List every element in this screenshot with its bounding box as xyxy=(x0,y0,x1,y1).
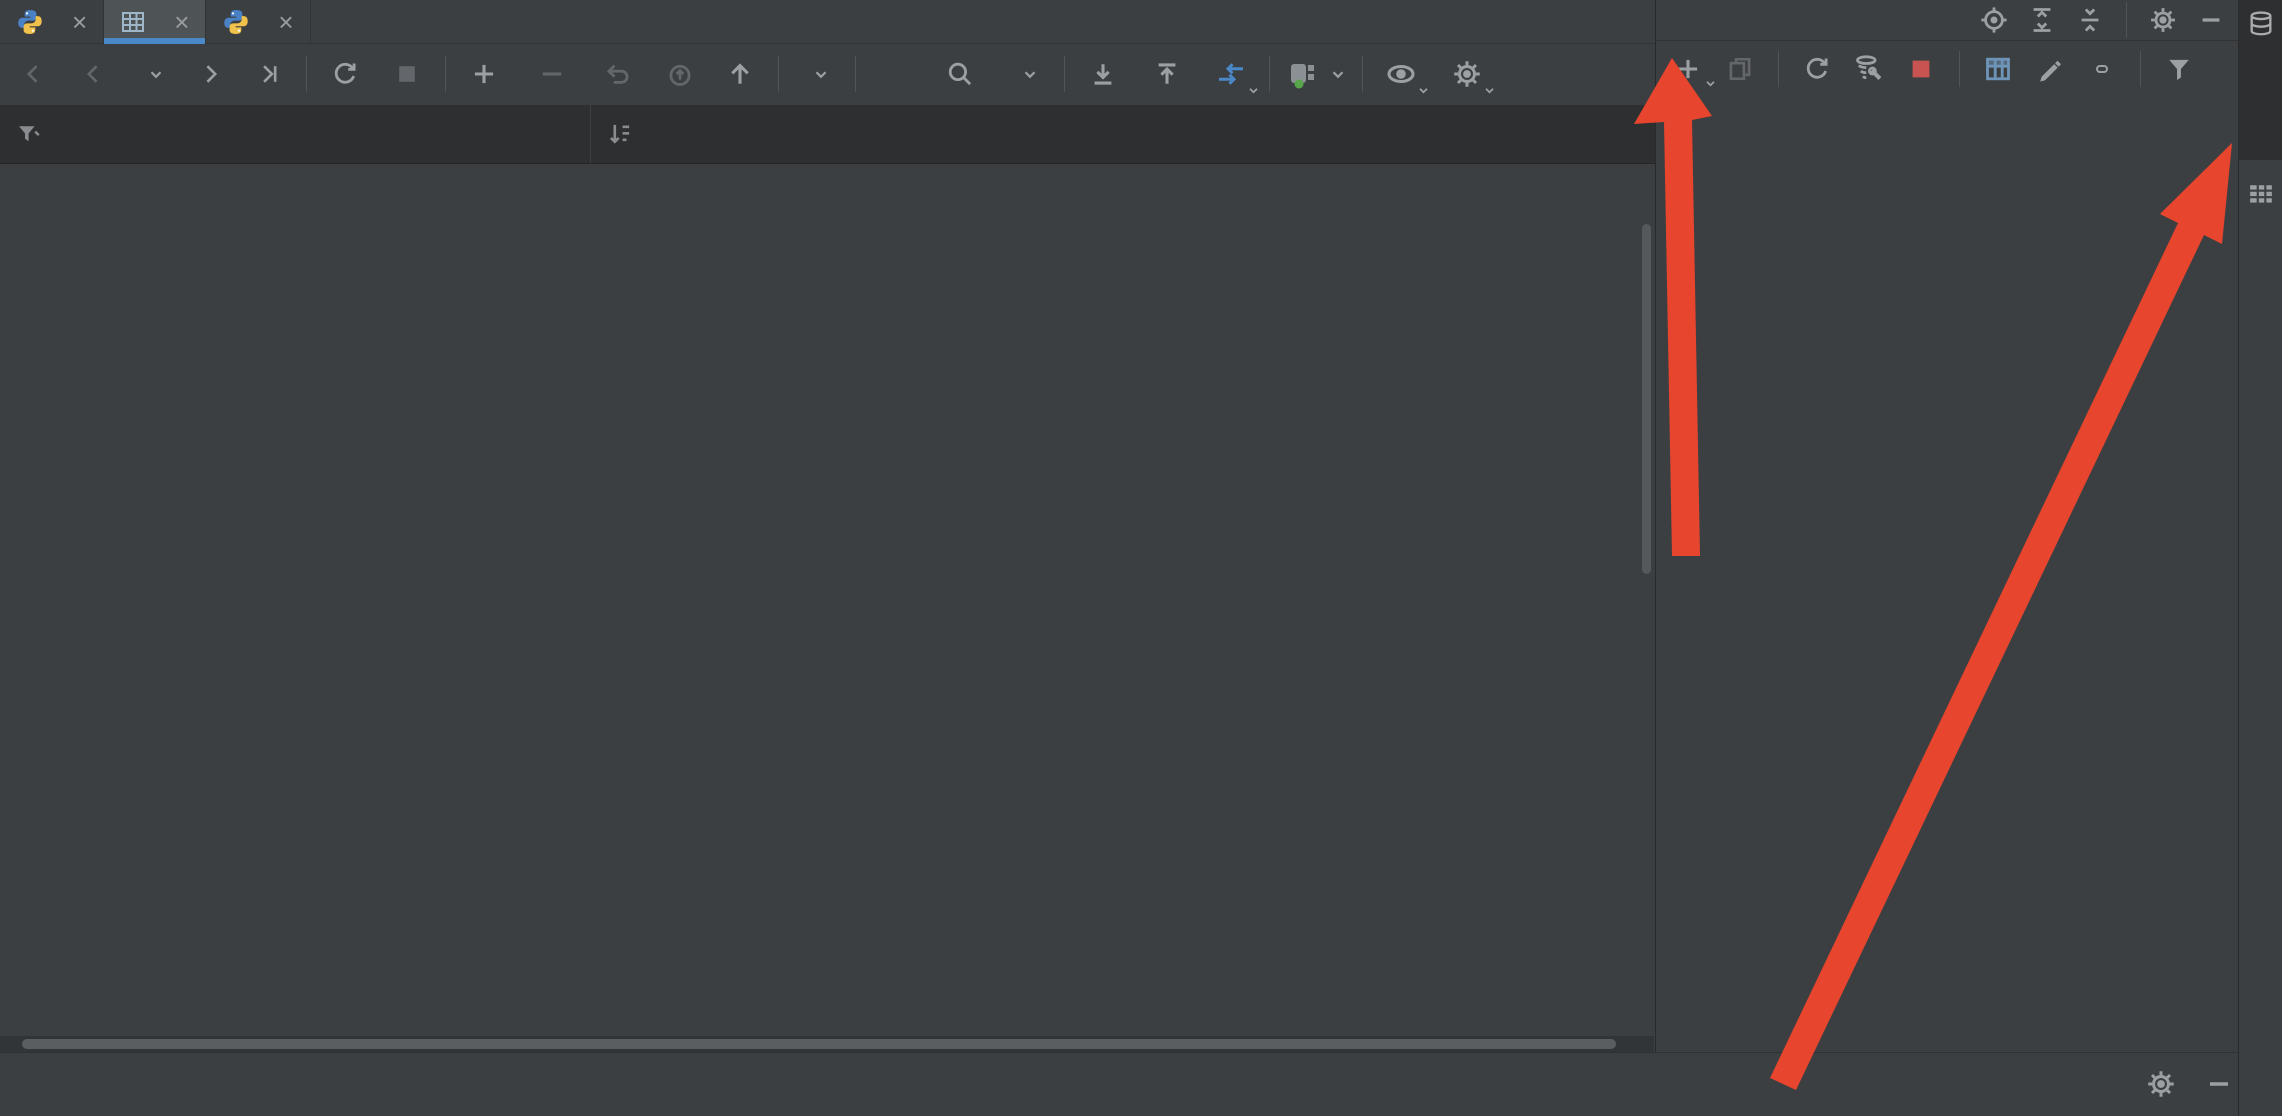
collapse-all-icon[interactable] xyxy=(2076,6,2104,34)
chevron-down-icon xyxy=(814,70,828,79)
table-file-icon xyxy=(120,9,146,35)
horizontal-scrollbar-thumb[interactable] xyxy=(22,1039,1616,1049)
toolbar-separator xyxy=(445,56,446,92)
import-data-icon[interactable] xyxy=(1141,50,1193,98)
header-separator xyxy=(2126,2,2127,38)
sort-order-icon xyxy=(607,121,633,147)
bottom-bar xyxy=(0,1052,2238,1116)
toolbar-separator xyxy=(306,56,307,92)
database-tool-window xyxy=(1655,0,2239,1116)
tab-main-py[interactable]: × xyxy=(0,0,104,43)
hide-panel-icon[interactable] xyxy=(2197,6,2225,34)
add-datasource-button[interactable] xyxy=(1662,45,1714,93)
undo-icon[interactable] xyxy=(592,50,644,98)
toolbar-separator xyxy=(2140,51,2141,87)
toolbar-separator xyxy=(855,56,856,92)
settings-gear-icon[interactable] xyxy=(1441,50,1493,98)
revert-icon[interactable] xyxy=(654,50,706,98)
toolbar-separator xyxy=(1959,51,1960,87)
hide-icon[interactable] xyxy=(2204,1069,2234,1099)
sync-refresh-icon[interactable] xyxy=(1791,45,1843,93)
editor-area: × × × xyxy=(0,0,1655,1116)
chevron-down-icon xyxy=(1418,87,1429,94)
panel-settings-gear-icon[interactable] xyxy=(2149,6,2177,34)
transaction-mode-dropdown[interactable] xyxy=(791,50,843,98)
export-data-icon[interactable] xyxy=(1077,50,1129,98)
close-icon[interactable]: × xyxy=(174,9,189,35)
page-size-dropdown[interactable] xyxy=(126,50,178,98)
table-with-status-icon xyxy=(1287,59,1317,89)
stop-query-button[interactable] xyxy=(381,50,433,98)
editor-tab-bar: × × × xyxy=(0,0,1655,44)
locate-object-icon[interactable] xyxy=(1980,6,2008,34)
ddl-button[interactable] xyxy=(868,50,920,98)
toolbar-separator xyxy=(1362,56,1363,92)
python-file-icon xyxy=(16,8,44,36)
toolbar-separator xyxy=(1778,51,1779,87)
table-selector-dropdown[interactable] xyxy=(1282,50,1350,98)
stripe-tab-sciview[interactable] xyxy=(2239,172,2282,340)
horizontal-scrollbar-track[interactable] xyxy=(0,1036,1654,1052)
jump-to-console-button[interactable] xyxy=(2076,45,2128,93)
add-row-button[interactable] xyxy=(458,50,510,98)
vertical-scrollbar-thumb[interactable] xyxy=(1642,224,1651,574)
chevron-down-icon xyxy=(1248,87,1259,94)
toolbar-separator xyxy=(1269,56,1270,92)
duplicate-icon[interactable] xyxy=(1714,45,1766,93)
chevron-down-icon xyxy=(149,70,163,79)
datasource-properties-icon[interactable] xyxy=(1843,45,1895,93)
next-page-button[interactable] xyxy=(184,50,236,98)
database-stack-icon xyxy=(2247,10,2275,38)
last-page-button[interactable] xyxy=(242,50,294,98)
compare-data-icon[interactable] xyxy=(1205,50,1257,98)
close-icon[interactable]: × xyxy=(72,9,87,35)
chevron-down-icon xyxy=(1484,87,1495,94)
tab-test-py[interactable]: × xyxy=(206,0,310,43)
where-filter-field[interactable] xyxy=(0,105,590,163)
data-editor-toolbar xyxy=(0,43,1663,105)
first-page-button[interactable] xyxy=(8,50,60,98)
export-format-dropdown[interactable] xyxy=(1000,50,1052,98)
view-options-eye-icon[interactable] xyxy=(1375,50,1427,98)
toolbar-separator xyxy=(778,56,779,92)
sciview-grid-icon xyxy=(2248,182,2274,208)
database-panel-header xyxy=(1656,0,2239,41)
edit-pencil-icon[interactable] xyxy=(2024,45,2076,93)
submit-button[interactable] xyxy=(714,50,766,98)
toolbar-separator xyxy=(1064,56,1065,92)
database-panel-toolbar xyxy=(1656,41,2239,97)
stop-red-icon[interactable] xyxy=(1895,45,1947,93)
reload-data-button[interactable] xyxy=(319,50,371,98)
stripe-tab-database[interactable] xyxy=(2239,0,2282,160)
filter-funnel-icon xyxy=(16,122,40,146)
right-tool-window-stripe xyxy=(2238,0,2282,1116)
python-file-icon xyxy=(222,8,250,36)
chevron-down-icon xyxy=(1023,70,1037,79)
search-icon[interactable] xyxy=(934,50,986,98)
data-editor-settings-gear-icon[interactable] xyxy=(2146,1069,2176,1099)
filter-funnel-icon[interactable] xyxy=(2153,45,2205,93)
view-data-icon[interactable] xyxy=(1972,45,2024,93)
chevron-down-icon xyxy=(1331,70,1345,79)
delete-row-button[interactable] xyxy=(526,50,578,98)
expand-all-icon[interactable] xyxy=(2028,6,2056,34)
filter-sort-bar xyxy=(0,105,1655,164)
previous-page-button[interactable] xyxy=(68,50,120,98)
tab-movie250[interactable]: × xyxy=(104,0,206,43)
order-by-field[interactable] xyxy=(591,105,665,163)
close-icon[interactable]: × xyxy=(278,9,293,35)
